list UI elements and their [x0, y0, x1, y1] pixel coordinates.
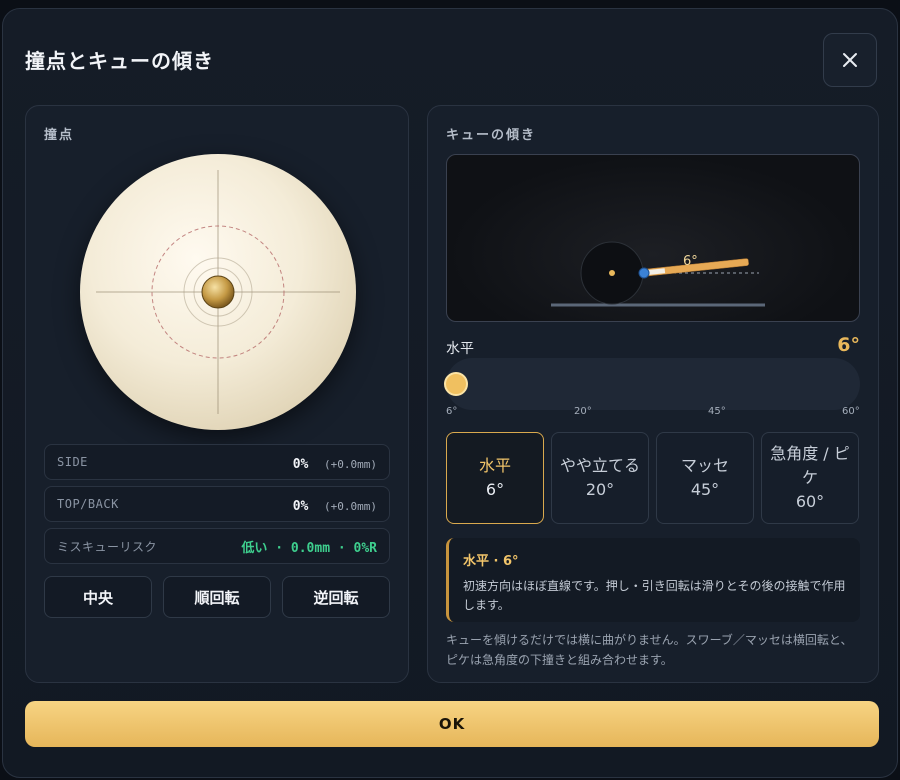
- miscue-risk-label: ミスキューリスク: [57, 539, 158, 554]
- cue-ball-contact-pad[interactable]: [80, 154, 356, 430]
- tilt-slider-label: 水平: [446, 341, 474, 357]
- preset-slight-raise[interactable]: やや立てる 20°: [551, 432, 649, 524]
- cue-tilt-diagram: 6°: [551, 241, 765, 307]
- side-label: SIDE: [57, 455, 88, 469]
- topback-stat-row: TOP/BACK 0% (+0.0mm): [44, 486, 390, 522]
- topback-sub: (+0.0mm): [324, 499, 377, 513]
- preset-deg: 20°: [585, 480, 615, 499]
- topback-label: TOP/BACK: [57, 497, 119, 511]
- tilt-info-body: 初速方向はほぼ直線です。押し・引き回転は滑りとその後の接触で作用します。: [463, 579, 846, 613]
- cue-settings-dialog: 撞点とキューの傾き 撞点 SIDE 0% (+0.0mm) TOP/BACK 0…: [2, 8, 898, 778]
- preset-name: 水平: [478, 456, 511, 475]
- topback-value: 0%: [292, 498, 309, 514]
- tick-label-45: 45°: [708, 406, 726, 417]
- side-sub: (+0.0mm): [324, 457, 377, 471]
- preset-horizontal[interactable]: 水平 6°: [446, 432, 544, 524]
- side-value: 0%: [292, 456, 309, 472]
- cue-tilt-preview: 6°: [446, 154, 860, 322]
- preset-deg: 60°: [795, 492, 825, 511]
- close-icon: [843, 53, 857, 67]
- side-stat-row: SIDE 0% (+0.0mm): [44, 444, 390, 480]
- cue-tilt-heading: キューの傾き: [446, 128, 537, 143]
- preview-angle-label: 6°: [683, 254, 698, 269]
- contact-point-heading: 撞点: [44, 128, 75, 143]
- tilt-info-box: 水平 · 6° 初速方向はほぼ直線です。押し・引き回転は滑りとその後の接触で作用…: [446, 538, 860, 622]
- dialog-title: 撞点とキューの傾き: [25, 49, 214, 73]
- draw-spin-button[interactable]: 逆回転: [282, 576, 390, 618]
- center-button[interactable]: 中央: [44, 576, 152, 618]
- tick-label-60: 60°: [842, 406, 860, 417]
- tick-label-20: 20°: [574, 406, 592, 417]
- tilt-slider-value: 6°: [837, 334, 860, 356]
- ball-center-dot: [609, 270, 615, 276]
- preset-masse[interactable]: マッセ 45°: [656, 432, 754, 524]
- preset-deg: 45°: [690, 480, 720, 499]
- preset-deg: 6°: [485, 480, 505, 499]
- cue-tilt-panel: キューの傾き 6° 水平 6° 6° 20° 45° 60° 水平 6° やや立…: [427, 105, 879, 683]
- preset-name: 急角度 / ピケ: [770, 444, 850, 487]
- follow-spin-button[interactable]: 順回転: [163, 576, 271, 618]
- tilt-slider-thumb[interactable]: [444, 372, 468, 396]
- preset-steep-pique[interactable]: 急角度 / ピケ 60°: [761, 432, 859, 524]
- preset-name: やや立てる: [559, 456, 640, 475]
- contact-guides: [96, 170, 340, 414]
- miscue-risk-value: 低い · 0.0mm · 0%R: [241, 540, 377, 556]
- close-button[interactable]: [823, 33, 877, 87]
- tilt-note: キューを傾けるだけでは横に曲がりません。スワーブ／マッセは横回転と、ピケは急角度…: [446, 633, 853, 668]
- tilt-info-title: 水平 · 6°: [463, 554, 519, 569]
- contact-point-panel: 撞点 SIDE 0% (+0.0mm) TOP/BACK 0% (+0.0mm)…: [25, 105, 409, 683]
- ok-button[interactable]: OK: [25, 701, 879, 747]
- tilt-slider-track[interactable]: [444, 358, 860, 410]
- cue-tip-marker: [638, 267, 650, 279]
- tick-label-6: 6°: [446, 406, 458, 417]
- contact-point-marker: [201, 275, 235, 309]
- miscue-risk-row: ミスキューリスク 低い · 0.0mm · 0%R: [44, 528, 390, 564]
- preset-name: マッセ: [680, 456, 729, 475]
